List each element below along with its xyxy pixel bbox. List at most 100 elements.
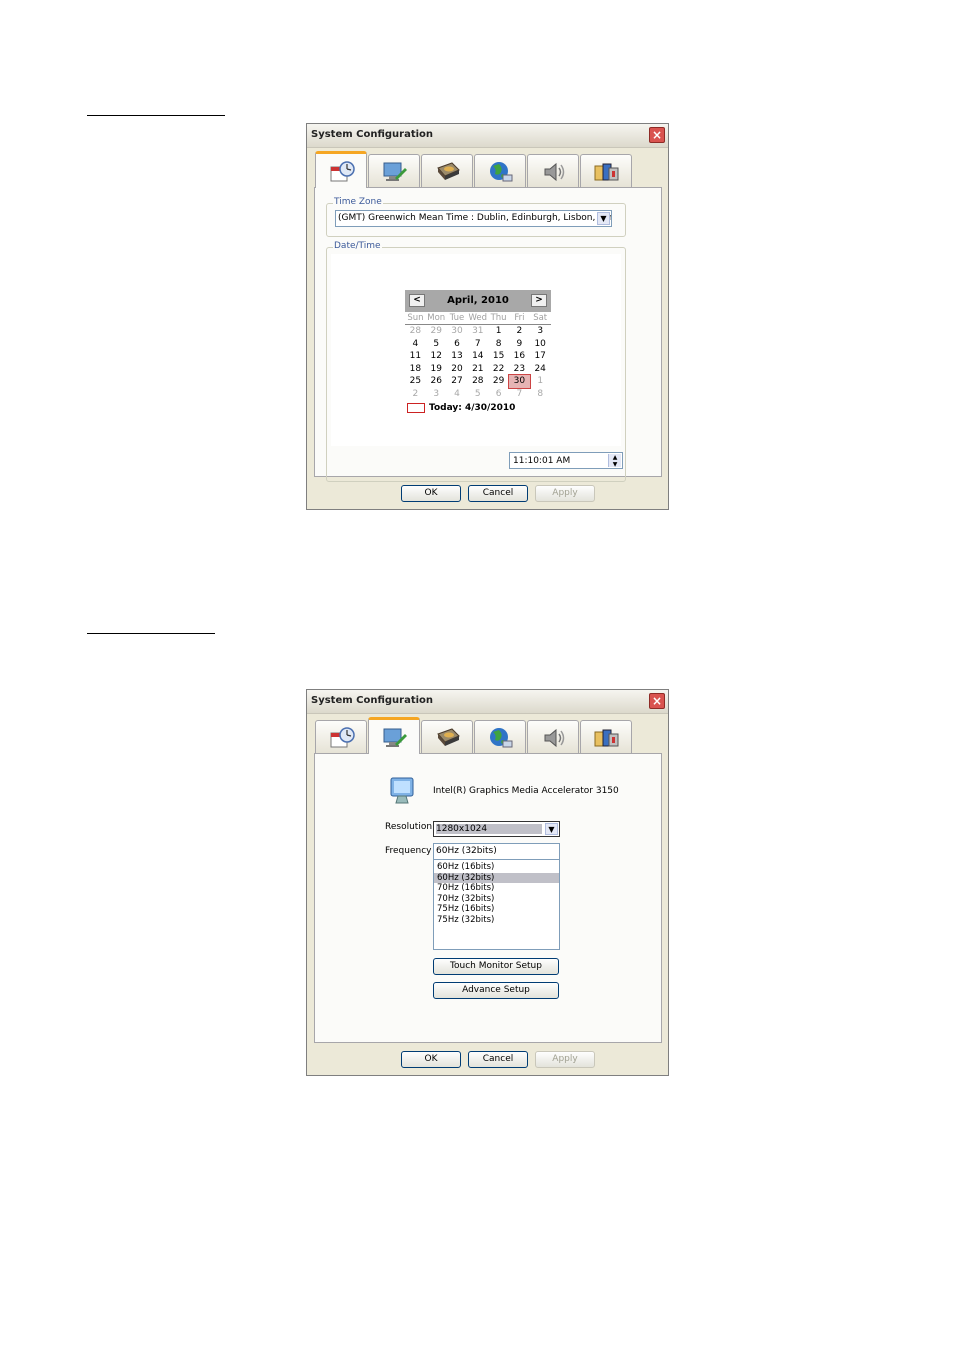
title-bar[interactable]: System Configuration × — [307, 690, 668, 714]
calendar-day[interactable]: 31 — [467, 325, 488, 338]
ok-button[interactable]: OK — [401, 485, 461, 502]
calendar-day[interactable]: 28 — [467, 375, 488, 388]
clock-calendar-icon — [330, 727, 355, 748]
tab-display[interactable] — [368, 717, 420, 754]
frequency-value: 60Hz (32bits) — [436, 846, 497, 856]
section-heading-underline-2 — [87, 633, 215, 634]
calendar-day[interactable]: 27 — [447, 375, 468, 388]
calendar-day[interactable]: 3 — [426, 388, 447, 401]
tab-system-info[interactable] — [580, 154, 632, 187]
calendar-day[interactable]: 4 — [447, 388, 468, 401]
frequency-option[interactable]: 70Hz (16bits) — [434, 883, 559, 894]
calendar-day[interactable]: 22 — [488, 363, 509, 376]
today-indicator[interactable]: Today: 4/30/2010 — [405, 402, 551, 416]
calendar-day[interactable]: 30 — [507, 374, 531, 389]
calendar-day[interactable]: 19 — [426, 363, 447, 376]
tab-storage[interactable] — [421, 154, 473, 187]
month-calendar[interactable]: < April, 2010 > Sun Mon Tue Wed Thu Fri Sat 28 2… — [405, 290, 551, 416]
section-heading-underline-1 — [87, 115, 225, 116]
calendar-day[interactable]: 6 — [447, 338, 468, 351]
calendar-day[interactable]: 1 — [530, 375, 551, 388]
calendar-day[interactable]: 29 — [426, 325, 447, 338]
frequency-list[interactable]: 60Hz (16bits) 60Hz (32bits) 70Hz (16bits) 7… — [433, 859, 560, 950]
calendar-day[interactable]: 17 — [530, 350, 551, 363]
calendar-day[interactable]: 18 — [405, 363, 426, 376]
calendar-day[interactable]: 29 — [488, 375, 509, 388]
chevron-down-icon[interactable]: ▼ — [597, 212, 610, 225]
calendar-day[interactable]: 25 — [405, 375, 426, 388]
calendar-day[interactable]: 2 — [405, 388, 426, 401]
resolution-select[interactable]: 1280x1024 ▼ — [433, 821, 560, 837]
tab-sound[interactable] — [527, 720, 579, 753]
calendar-day[interactable]: 11 — [405, 350, 426, 363]
tab-datetime[interactable] — [315, 151, 367, 188]
frequency-option[interactable]: 60Hz (32bits) — [434, 872, 559, 884]
spin-down-icon[interactable]: ▼ — [609, 461, 621, 468]
calendar-day[interactable]: 7 — [509, 388, 530, 401]
calendar-day[interactable]: 20 — [447, 363, 468, 376]
calendar-day[interactable]: 15 — [488, 350, 509, 363]
ok-button[interactable]: OK — [401, 1051, 461, 1068]
touch-monitor-setup-button[interactable]: Touch Monitor Setup — [433, 958, 559, 975]
frequency-option[interactable]: 70Hz (32bits) — [434, 894, 559, 905]
tab-system-info[interactable] — [580, 720, 632, 753]
cancel-button[interactable]: Cancel — [468, 1051, 528, 1068]
apply-button[interactable]: Apply — [535, 485, 595, 502]
calendar-day[interactable]: 9 — [509, 338, 530, 351]
calendar-day[interactable]: 3 — [530, 325, 551, 338]
close-button[interactable]: × — [649, 127, 665, 143]
tab-sound[interactable] — [527, 154, 579, 187]
calendar-day[interactable]: 4 — [405, 338, 426, 351]
calendar-day[interactable]: 23 — [509, 363, 530, 376]
advance-setup-button[interactable]: Advance Setup — [433, 982, 559, 999]
tab-datetime[interactable] — [315, 720, 367, 753]
calendar-day[interactable]: 1 — [488, 325, 509, 338]
calendar-day[interactable]: 26 — [426, 375, 447, 388]
tab-storage[interactable] — [421, 720, 473, 753]
calendar-day[interactable]: 5 — [426, 338, 447, 351]
calendar-day[interactable]: 14 — [467, 350, 488, 363]
calendar-day[interactable]: 7 — [467, 338, 488, 351]
timezone-select[interactable]: (GMT) Greenwich Mean Time : Dublin, Edin… — [335, 210, 612, 227]
calendar-day[interactable]: 13 — [447, 350, 468, 363]
calendar-day[interactable]: 28 — [405, 325, 426, 338]
next-month-button[interactable]: > — [531, 294, 547, 307]
time-spin-buttons[interactable]: ▲ ▼ — [608, 454, 621, 468]
frequency-option[interactable]: 75Hz (16bits) — [434, 904, 559, 915]
spin-up-icon[interactable]: ▲ — [609, 454, 621, 461]
frequency-option[interactable]: 75Hz (32bits) — [434, 915, 559, 926]
calendar-day[interactable]: 16 — [509, 350, 530, 363]
calendar-day[interactable]: 2 — [509, 325, 530, 338]
apply-button[interactable]: Apply — [535, 1051, 595, 1068]
weekday-header: Sun — [405, 312, 426, 325]
calendar-header: < April, 2010 > — [405, 290, 551, 312]
calendar-day[interactable]: 6 — [488, 388, 509, 401]
calendar-day[interactable]: 24 — [530, 363, 551, 376]
tab-display[interactable] — [368, 154, 420, 187]
system-info-icon — [594, 729, 619, 747]
frequency-field[interactable]: 60Hz (32bits) — [433, 843, 560, 860]
calendar-day[interactable]: 12 — [426, 350, 447, 363]
cancel-button[interactable]: Cancel — [468, 485, 528, 502]
close-button[interactable]: × — [649, 693, 665, 709]
chevron-down-icon[interactable]: ▼ — [545, 823, 558, 835]
tab-network[interactable] — [474, 154, 526, 187]
calendar-day-grid: Sun Mon Tue Wed Thu Fri Sat 28 29 30 31 1 2 3 4 5 6 7 8 9 10… — [405, 312, 551, 400]
title-bar[interactable]: System Configuration × — [307, 124, 668, 148]
hard-drive-icon — [437, 728, 460, 746]
speaker-icon — [544, 162, 565, 182]
time-picker[interactable]: 11:10:01 AM ▲ ▼ — [509, 452, 623, 469]
calendar-day[interactable]: 21 — [467, 363, 488, 376]
system-configuration-dialog-display: System Configuration × Intel(R) Graphics… — [306, 689, 669, 1076]
today-label: Today: 4/30/2010 — [429, 403, 516, 413]
frequency-option[interactable]: 60Hz (16bits) — [434, 862, 559, 873]
display-settings-icon — [383, 162, 407, 181]
calendar-day[interactable]: 30 — [447, 325, 468, 338]
weekday-header: Fri — [508, 312, 530, 325]
calendar-day[interactable]: 10 — [530, 338, 551, 351]
tab-network[interactable] — [474, 720, 526, 753]
datetime-tab-panel: Time Zone (GMT) Greenwich Mean Time : Du… — [314, 187, 662, 482]
calendar-day[interactable]: 8 — [488, 338, 509, 351]
calendar-day[interactable]: 8 — [530, 388, 551, 401]
calendar-day[interactable]: 5 — [467, 388, 488, 401]
